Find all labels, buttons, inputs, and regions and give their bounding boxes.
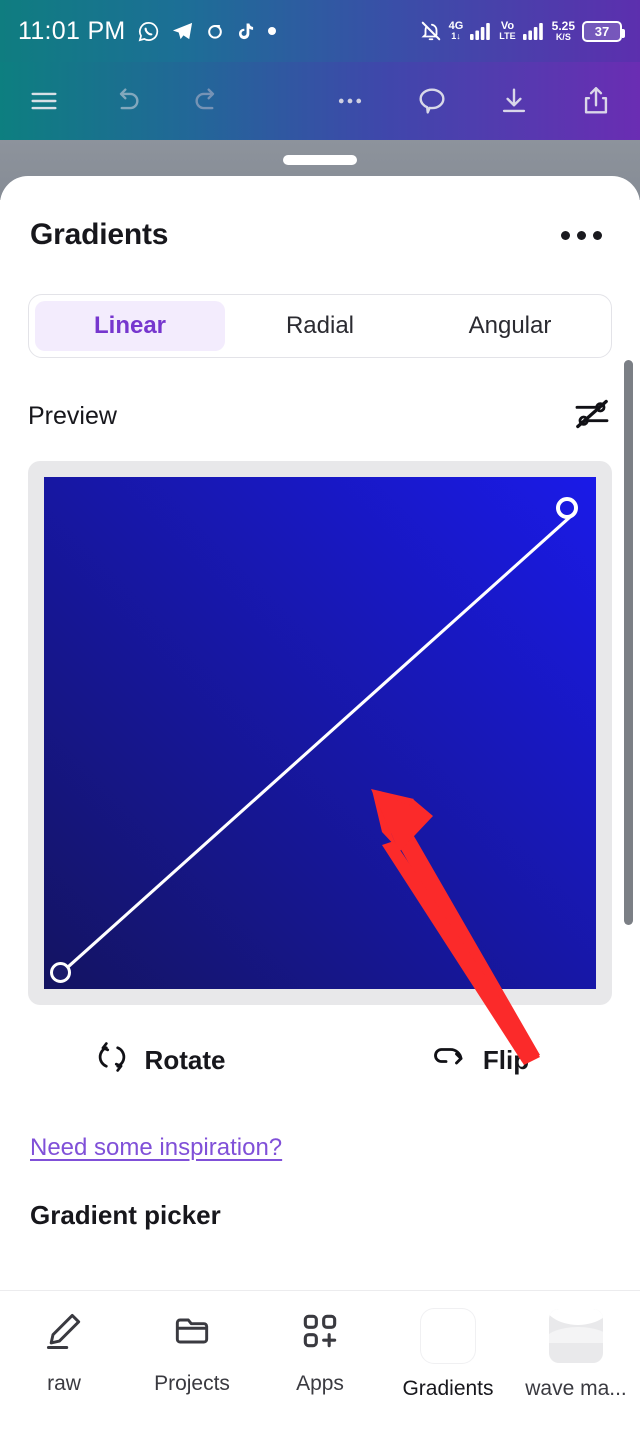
gradient-picker-heading: Gradient picker: [30, 1200, 221, 1230]
battery-indicator: 37: [582, 20, 625, 42]
nav-label-wave-maker: wave ma...: [525, 1377, 627, 1400]
status-bar-clock: 11:01 PM: [18, 16, 126, 45]
volte-indicator: Vo LTE: [499, 20, 516, 41]
gradient-preview-canvas[interactable]: [44, 477, 596, 989]
wave-thumbnail-icon: [549, 1309, 603, 1363]
flip-icon: [431, 1039, 467, 1082]
draw-pen-icon: [42, 1309, 86, 1358]
flip-button[interactable]: Flip: [320, 1039, 640, 1082]
toolbar-right-group: [328, 79, 640, 123]
gradient-type-tabs: Linear Radial Angular: [28, 294, 612, 358]
nav-item-wave-maker[interactable]: wave ma...: [512, 1309, 640, 1401]
nav-item-draw[interactable]: raw: [0, 1309, 128, 1396]
inspiration-link[interactable]: Need some inspiration?: [30, 1134, 282, 1162]
gradient-end-handle[interactable]: [556, 497, 578, 519]
share-icon[interactable]: [574, 79, 618, 123]
nav-label-apps: Apps: [296, 1372, 344, 1395]
folder-icon: [170, 1309, 214, 1358]
nav-label-projects: Projects: [154, 1372, 230, 1395]
preview-header: Preview: [28, 394, 612, 439]
nav-label-draw: raw: [47, 1372, 81, 1395]
tiktok-icon: [236, 20, 256, 42]
comment-icon[interactable]: [410, 79, 454, 123]
signal-bars-1-icon: [470, 22, 492, 40]
network-type-indicator: 4G 1↓: [448, 20, 464, 41]
sheet-more-menu-icon[interactable]: [553, 223, 610, 248]
more-icon[interactable]: [328, 79, 372, 123]
bottom-navigation: raw Projects Apps Gradients wave ma...: [0, 1290, 640, 1433]
data-speed-indicator: 5.25 K/S: [551, 18, 575, 42]
undo-icon[interactable]: [104, 79, 148, 123]
redo-icon[interactable]: [186, 79, 230, 123]
app-screen: 11:01 PM 4G 1↓ Vo LTE 5.25 K/S 37 Gradie…: [0, 0, 640, 1433]
preview-label: Preview: [28, 402, 117, 430]
status-bar: 11:01 PM 4G 1↓ Vo LTE 5.25 K/S 37: [0, 0, 640, 62]
nav-item-projects[interactable]: Projects: [128, 1309, 256, 1396]
telegram-icon: [171, 20, 194, 43]
circle-arrow-icon: [205, 21, 225, 41]
sheet-drag-handle[interactable]: [283, 155, 357, 165]
sheet-header: Gradients: [0, 176, 640, 252]
nav-item-gradients[interactable]: Gradients: [384, 1309, 512, 1401]
color-wheel-icon: [421, 1309, 475, 1363]
menu-icon[interactable]: [22, 79, 66, 123]
page-title: Gradients: [30, 218, 169, 251]
signal-bars-2-icon: [522, 22, 545, 40]
rotate-label: Rotate: [144, 1045, 226, 1075]
flip-label: Flip: [482, 1045, 530, 1075]
sheet-scrollbar[interactable]: [624, 360, 633, 925]
tab-linear[interactable]: Linear: [35, 301, 225, 351]
gradient-start-handle[interactable]: [50, 962, 71, 983]
gradient-axis-line: [60, 511, 576, 975]
app-toolbar: [0, 62, 640, 140]
gradients-sheet: Gradients Linear Radial Angular Preview: [0, 176, 640, 1290]
nav-label-gradients: Gradients: [402, 1377, 494, 1400]
tab-radial[interactable]: Radial: [225, 301, 415, 351]
status-bar-left: 11:01 PM: [18, 17, 277, 46]
rotate-icon: [95, 1040, 129, 1081]
dot-icon: [267, 26, 277, 36]
bell-off-icon: [420, 20, 442, 42]
toolbar-left-group: [0, 79, 230, 123]
status-bar-right: 4G 1↓ Vo LTE 5.25 K/S 37: [420, 18, 625, 42]
tab-angular[interactable]: Angular: [415, 301, 605, 351]
gradient-preview-frame: [28, 461, 612, 1005]
whatsapp-icon: [137, 20, 160, 43]
hide-gradient-handles-icon[interactable]: [572, 394, 612, 439]
rotate-button[interactable]: Rotate: [0, 1039, 320, 1082]
apps-grid-plus-icon: [298, 1309, 342, 1358]
nav-item-apps[interactable]: Apps: [256, 1309, 384, 1396]
gradient-action-row: Rotate Flip: [0, 1039, 640, 1082]
download-icon[interactable]: [492, 79, 536, 123]
